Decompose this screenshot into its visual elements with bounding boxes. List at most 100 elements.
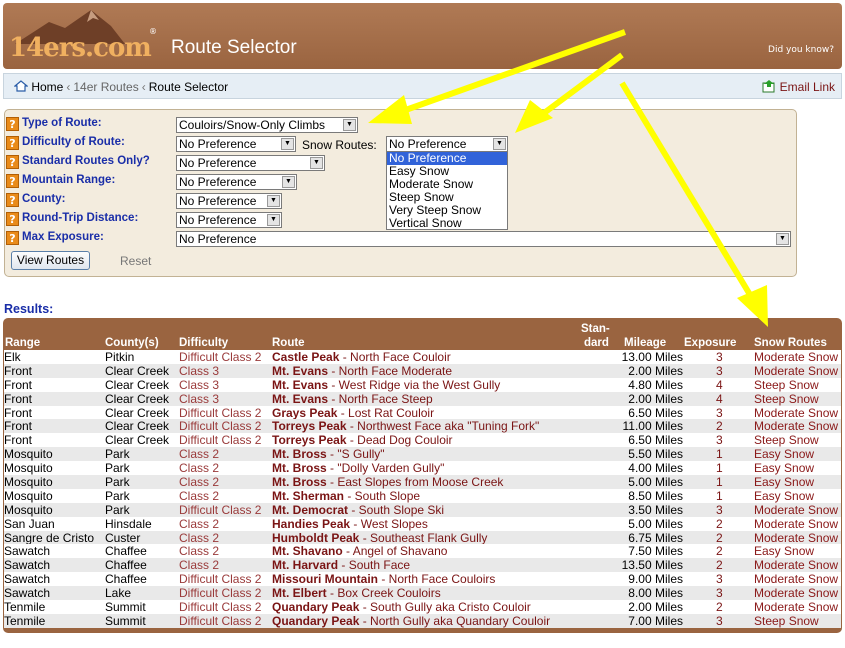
cell-snow-route[interactable]: Moderate Snow (754, 364, 838, 378)
cell-snow-route[interactable]: Easy Snow (754, 544, 814, 558)
cell-difficulty[interactable]: Difficult Class 2 (179, 503, 261, 517)
cell-snow-route[interactable]: Moderate Snow (754, 586, 838, 600)
col-standard-line2[interactable]: dard (584, 337, 609, 349)
help-icon[interactable]: ? (6, 174, 19, 188)
cell-route[interactable]: Mt. Harvard - South Face (272, 558, 410, 572)
route-link[interactable]: - South Slope (344, 489, 420, 503)
cell-route[interactable]: Quandary Peak - North Gully aka Quandary… (272, 614, 550, 628)
cell-exposure[interactable]: 2 (716, 558, 723, 572)
cell-difficulty[interactable]: Difficult Class 2 (179, 419, 261, 433)
cell-route[interactable]: Mt. Shavano - Angel of Shavano (272, 544, 447, 558)
cell-exposure[interactable]: 4 (716, 392, 723, 406)
cell-route[interactable]: Grays Peak - Lost Rat Couloir (272, 406, 434, 420)
cell-snow-route[interactable]: Steep Snow (754, 614, 819, 628)
cell-route[interactable]: Mt. Elbert - Box Creek Couloirs (272, 586, 441, 600)
cell-exposure[interactable]: 2 (716, 419, 723, 433)
mountain-range-select[interactable]: No Preference ▼ (176, 174, 297, 190)
peak-link[interactable]: Missouri Mountain (272, 572, 378, 586)
cell-exposure[interactable]: 4 (716, 378, 723, 392)
route-link[interactable]: - Northwest Face aka "Tuning Fork" (347, 419, 539, 433)
route-link[interactable]: - West Ridge via the West Gully (328, 378, 500, 392)
peak-link[interactable]: Mt. Harvard (272, 558, 338, 572)
cell-difficulty[interactable]: Class 2 (179, 489, 219, 503)
col-mileage[interactable]: Mileage (624, 337, 666, 349)
cell-route[interactable]: Mt. Bross - East Slopes from Moose Creek (272, 475, 503, 489)
cell-snow-route[interactable]: Steep Snow (754, 392, 819, 406)
route-link[interactable]: - South Gully aka Cristo Couloir (359, 600, 531, 614)
cell-route[interactable]: Humboldt Peak - Southeast Flank Gully (272, 531, 487, 545)
peak-link[interactable]: Grays Peak (272, 406, 337, 420)
peak-link[interactable]: Quandary Peak (272, 600, 359, 614)
breadcrumb-home[interactable]: Home (31, 80, 63, 94)
snow-routes-select[interactable]: No Preference ▼ (386, 136, 508, 152)
home-icon[interactable] (13, 80, 29, 92)
peak-link[interactable]: Mt. Evans (272, 392, 328, 406)
help-icon[interactable]: ? (6, 136, 19, 150)
route-link[interactable]: - Box Creek Couloirs (327, 586, 441, 600)
cell-snow-route[interactable]: Easy Snow (754, 447, 814, 461)
cell-exposure[interactable]: 3 (716, 503, 723, 517)
cell-route[interactable]: Handies Peak - West Slopes (272, 517, 428, 531)
cell-difficulty[interactable]: Difficult Class 2 (179, 586, 261, 600)
cell-exposure[interactable]: 3 (716, 572, 723, 586)
peak-link[interactable]: Mt. Sherman (272, 489, 344, 503)
col-standard-line1[interactable]: Stan- (581, 323, 610, 335)
cell-difficulty[interactable]: Class 2 (179, 558, 219, 572)
route-link[interactable]: - "S Gully" (327, 447, 385, 461)
cell-exposure[interactable]: 1 (716, 475, 723, 489)
cell-difficulty[interactable]: Class 3 (179, 378, 219, 392)
cell-snow-route[interactable]: Moderate Snow (754, 419, 838, 433)
route-link[interactable]: - North Gully aka Quandary Couloir (359, 614, 550, 628)
cell-exposure[interactable]: 3 (716, 433, 723, 447)
route-link[interactable]: - North Face Moderate (328, 364, 452, 378)
cell-route[interactable]: Mt. Bross - "Dolly Varden Gully" (272, 461, 444, 475)
peak-link[interactable]: Torreys Peak (272, 419, 347, 433)
peak-link[interactable]: Castle Peak (272, 350, 339, 364)
help-icon[interactable]: ? (6, 193, 19, 207)
peak-link[interactable]: Handies Peak (272, 517, 350, 531)
help-icon[interactable]: ? (6, 231, 19, 245)
cell-exposure[interactable]: 3 (716, 614, 723, 628)
route-link[interactable]: - North Face Couloir (339, 350, 451, 364)
cell-route[interactable]: Quandary Peak - South Gully aka Cristo C… (272, 600, 531, 614)
cell-route[interactable]: Mt. Democrat - South Slope Ski (272, 503, 444, 517)
route-link[interactable]: - Dead Dog Couloir (347, 433, 453, 447)
difficulty-select[interactable]: No Preference ▼ (176, 136, 296, 152)
peak-link[interactable]: Quandary Peak (272, 614, 359, 628)
cell-difficulty[interactable]: Difficult Class 2 (179, 600, 261, 614)
cell-difficulty[interactable]: Class 2 (179, 461, 219, 475)
col-county[interactable]: County(s) (105, 337, 159, 349)
cell-exposure[interactable]: 3 (716, 586, 723, 600)
cell-snow-route[interactable]: Easy Snow (754, 475, 814, 489)
route-link[interactable]: - Lost Rat Couloir (337, 406, 434, 420)
cell-snow-route[interactable]: Moderate Snow (754, 600, 838, 614)
cell-exposure[interactable]: 3 (716, 350, 723, 364)
cell-route[interactable]: Torreys Peak - Northwest Face aka "Tunin… (272, 419, 539, 433)
route-link[interactable]: - West Slopes (350, 517, 427, 531)
cell-difficulty[interactable]: Class 2 (179, 517, 219, 531)
peak-link[interactable]: Mt. Shavano (272, 544, 343, 558)
cell-snow-route[interactable]: Moderate Snow (754, 558, 838, 572)
cell-exposure[interactable]: 2 (716, 517, 723, 531)
cell-difficulty[interactable]: Difficult Class 2 (179, 614, 261, 628)
help-icon[interactable]: ? (6, 155, 19, 169)
breadcrumb-14er-routes[interactable]: 14er Routes (73, 80, 138, 94)
peak-link[interactable]: Mt. Democrat (272, 503, 348, 517)
peak-link[interactable]: Torreys Peak (272, 433, 347, 447)
cell-difficulty[interactable]: Class 2 (179, 544, 219, 558)
cell-route[interactable]: Mt. Evans - North Face Steep (272, 392, 433, 406)
did-you-know-link[interactable]: Did you know? (768, 45, 834, 55)
cell-difficulty[interactable]: Class 2 (179, 531, 219, 545)
cell-difficulty[interactable]: Difficult Class 2 (179, 433, 261, 447)
county-select[interactable]: No Preference ▼ (176, 193, 282, 209)
help-icon[interactable]: ? (6, 212, 19, 226)
col-range[interactable]: Range (5, 337, 40, 349)
cell-exposure[interactable]: 2 (716, 531, 723, 545)
cell-exposure[interactable]: 1 (716, 461, 723, 475)
peak-link[interactable]: Mt. Evans (272, 364, 328, 378)
cell-snow-route[interactable]: Moderate Snow (754, 531, 838, 545)
cell-route[interactable]: Mt. Evans - North Face Moderate (272, 364, 452, 378)
cell-exposure[interactable]: 3 (716, 364, 723, 378)
col-snow-routes[interactable]: Snow Routes (754, 337, 827, 349)
cell-snow-route[interactable]: Moderate Snow (754, 350, 838, 364)
